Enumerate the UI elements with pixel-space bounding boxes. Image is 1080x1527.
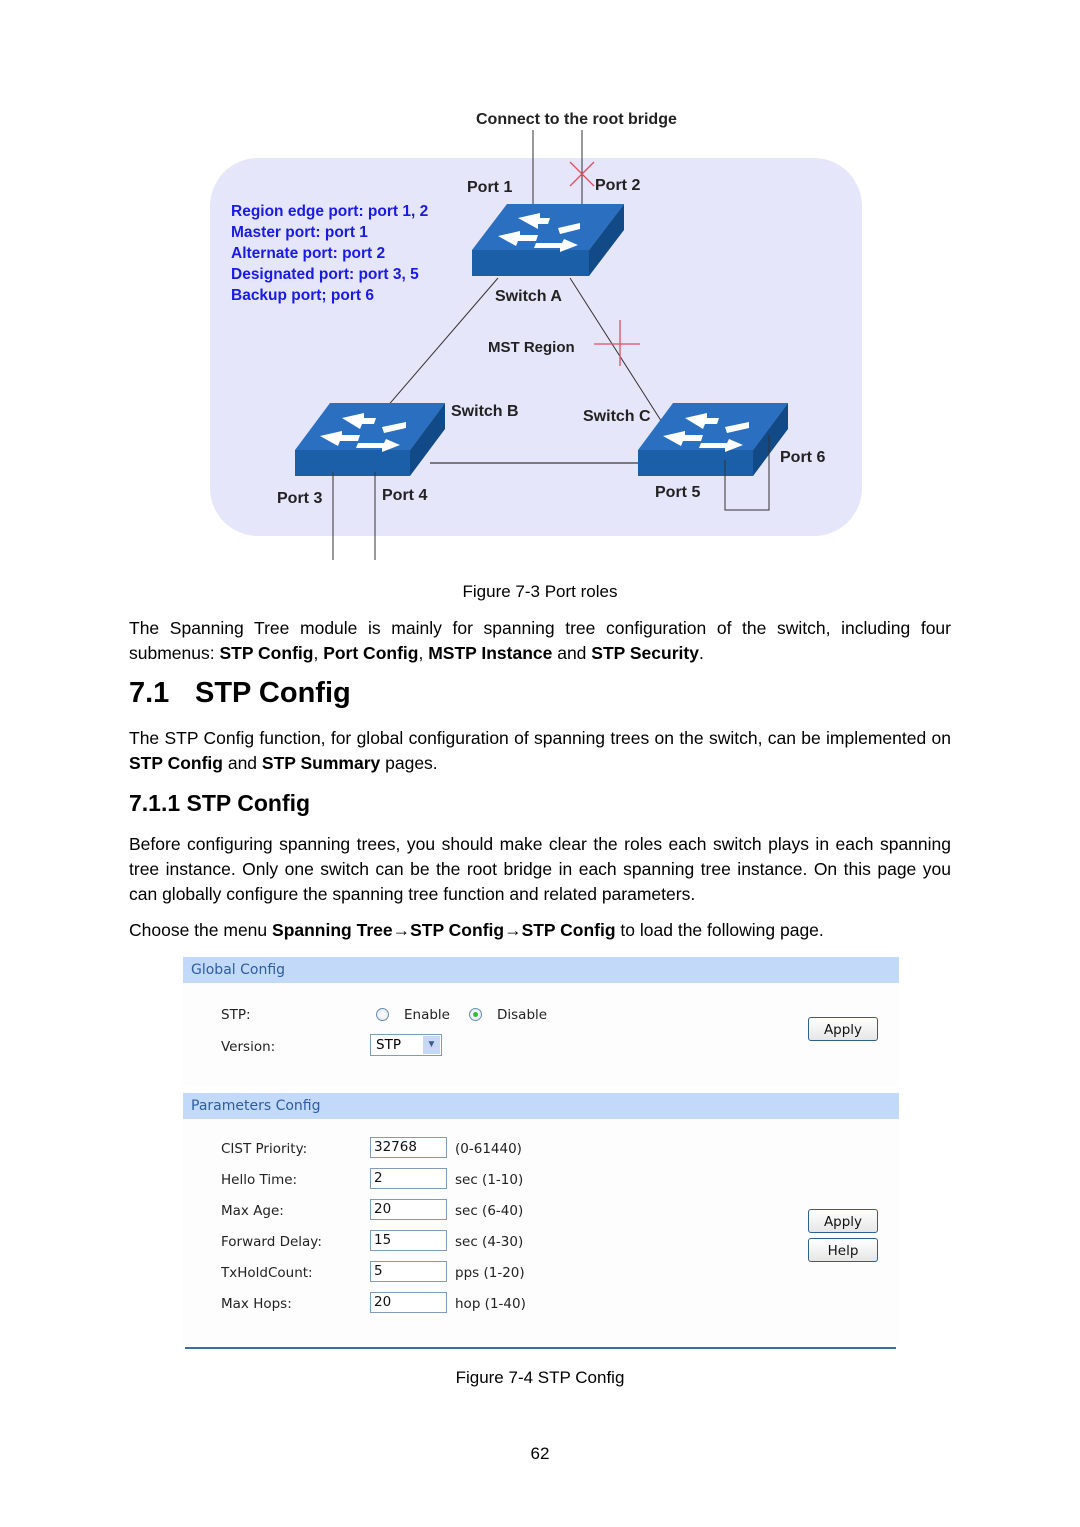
port6-label: Port 6: [780, 449, 825, 466]
tx-hold-count-input[interactable]: 5: [370, 1261, 447, 1282]
max-age-hint: sec (6-40): [455, 1203, 524, 1219]
hello-time-input[interactable]: 2: [370, 1168, 447, 1189]
switch-a-label: Switch A: [495, 288, 562, 305]
cist-priority-input[interactable]: 32768: [370, 1137, 447, 1158]
cist-priority-label: CIST Priority:: [221, 1141, 308, 1157]
port-roles-diagram: Connect to the root bridge Port 1 Port 2…: [210, 111, 862, 560]
separator: ,: [418, 643, 429, 663]
page-number: 62: [530, 1444, 550, 1463]
para-text: to load the following page.: [615, 920, 824, 940]
para-text: pages.: [380, 753, 438, 773]
stp-disable-label[interactable]: Disable: [497, 1007, 547, 1023]
menu-path: Spanning Tree→STP Config→STP Config: [272, 920, 616, 940]
submenu-stp-config: STP Config: [219, 643, 314, 663]
submenu-port-config: Port Config: [323, 643, 419, 663]
section-7-1-1-heading: 7.1.1 STP Config: [129, 790, 311, 816]
figure-7-4-caption: Figure 7-4 STP Config: [455, 1368, 625, 1387]
parameters-config-header: Parameters Config: [183, 1093, 899, 1119]
separator: ,: [313, 643, 324, 663]
version-select[interactable]: STP ▼: [370, 1034, 442, 1056]
bottom-divider: [185, 1347, 896, 1349]
para-text: Choose the menu: [129, 920, 273, 940]
section-number: 7.1: [129, 677, 170, 709]
radio-selected-dot: [473, 1012, 478, 1017]
switch-b-label: Switch B: [451, 403, 519, 420]
stp-config-ref: STP Config: [129, 753, 223, 773]
parameters-config-title: Parameters Config: [191, 1098, 321, 1114]
global-apply-button[interactable]: Apply: [808, 1017, 878, 1041]
menu-instruction: Choose the menu Spanning Tree→STP Config…: [129, 918, 951, 943]
period: .: [698, 643, 704, 663]
section-title: STP Config: [195, 677, 351, 709]
submenu-mstp-instance: MSTP Instance: [428, 643, 553, 663]
separator: and: [552, 643, 592, 663]
stp-summary-ref: STP Summary: [261, 753, 381, 773]
forward-delay-label: Forward Delay:: [221, 1234, 322, 1250]
max-hops-input[interactable]: 20: [370, 1292, 447, 1313]
mst-region-label: MST Region: [488, 339, 575, 356]
chevron-down-icon[interactable]: ▼: [423, 1036, 440, 1054]
stp-enable-label[interactable]: Enable: [404, 1007, 450, 1023]
para-text: The STP Config function, for global conf…: [129, 728, 951, 748]
port3-label: Port 3: [277, 490, 322, 507]
version-value: STP: [376, 1037, 401, 1053]
port2-label: Port 2: [595, 177, 640, 194]
port1-label: Port 1: [467, 179, 512, 196]
global-config-header: Global Config: [183, 957, 899, 983]
para-text: and: [222, 753, 262, 773]
switch-c-label: Switch C: [583, 408, 651, 425]
global-config-title: Global Config: [191, 962, 286, 978]
stp-disable-radio[interactable]: [469, 1008, 482, 1021]
port4-label: Port 4: [382, 487, 427, 504]
forward-delay-input[interactable]: 15: [370, 1230, 447, 1251]
version-label: Version:: [221, 1039, 276, 1055]
max-hops-hint: hop (1-40): [455, 1296, 526, 1312]
legend-backup: Backup port; port 6: [231, 287, 374, 304]
legend-master: Master port: port 1: [231, 224, 368, 241]
intro-paragraph: The Spanning Tree module is mainly for s…: [129, 616, 951, 666]
forward-delay-hint: sec (4-30): [455, 1234, 524, 1250]
max-age-label: Max Age:: [221, 1203, 284, 1219]
submenu-stp-security: STP Security: [591, 643, 699, 663]
section-7-1-1-paragraph: Before configuring spanning trees, you s…: [129, 834, 951, 904]
root-bridge-label: Connect to the root bridge: [476, 111, 677, 128]
figure-7-3-caption: Figure 7-3 Port roles: [462, 582, 618, 601]
global-config-body: [183, 983, 899, 1086]
max-hops-label: Max Hops:: [221, 1296, 292, 1312]
section-7-1-heading: 7.1 STP Config: [129, 677, 351, 710]
legend-alternate: Alternate port: port 2: [231, 245, 385, 262]
stp-enable-radio[interactable]: [376, 1008, 389, 1021]
help-button[interactable]: Help: [808, 1238, 878, 1262]
max-age-input[interactable]: 20: [370, 1199, 447, 1220]
stp-label: STP:: [221, 1007, 251, 1023]
legend-designated: Designated port: port 3, 5: [231, 266, 419, 283]
legend-region-edge: Region edge port: port 1, 2: [231, 203, 428, 220]
section-7-1-paragraph: The STP Config function, for global conf…: [129, 726, 951, 776]
tx-hold-count-hint: pps (1-20): [455, 1265, 525, 1281]
tx-hold-count-label: TxHoldCount:: [221, 1265, 313, 1281]
hello-time-hint: sec (1-10): [455, 1172, 524, 1188]
hello-time-label: Hello Time:: [221, 1172, 298, 1188]
parameters-apply-button[interactable]: Apply: [808, 1209, 878, 1233]
cist-priority-hint: (0-61440): [455, 1141, 522, 1157]
port5-label: Port 5: [655, 484, 700, 501]
